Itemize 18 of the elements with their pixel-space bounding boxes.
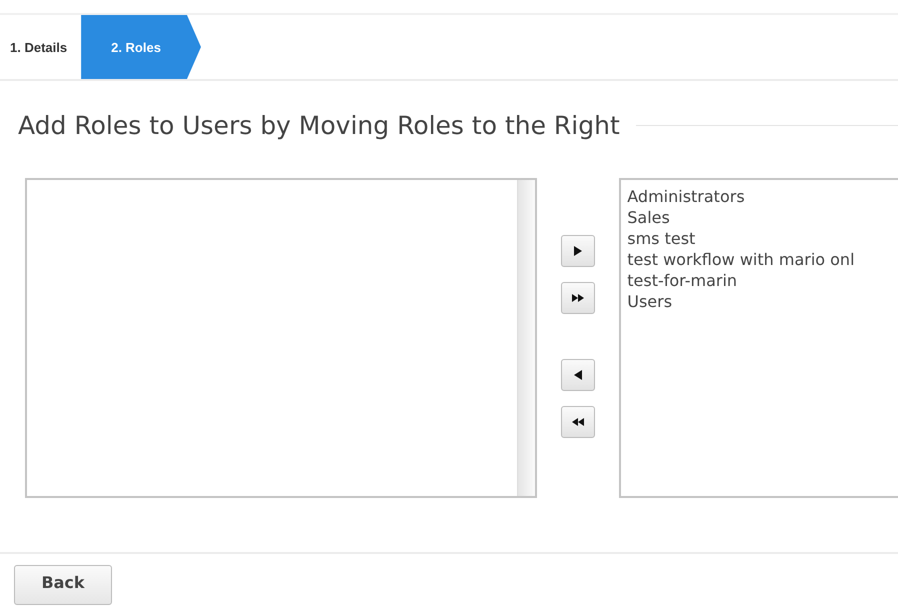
assigned-roles-list[interactable]: Administrators Sales sms test test workflow with mario onl test-for-marin Users [619,178,898,498]
back-button[interactable]: Back [14,565,112,605]
role-item[interactable]: Administrators [627,186,898,207]
step-tab[interactable]: 1. Details [0,15,82,79]
move-all-left-button[interactable] [560,406,595,438]
move-all-left-icon [570,415,585,429]
section-heading: Add Roles to Users by Moving Roles to the Right [18,111,620,140]
role-item[interactable]: sms test [627,228,898,249]
role-item[interactable]: test-for-marin [627,270,898,291]
role-item[interactable]: Users [627,291,898,312]
move-all-right-icon [570,291,585,305]
move-all-right-button[interactable] [560,282,595,314]
move-left-button[interactable] [560,359,595,391]
role-item[interactable]: test workflow with mario onl [627,249,898,270]
move-right-button[interactable] [560,235,595,267]
role-item[interactable]: Sales [627,207,898,228]
scrollbar[interactable] [516,180,535,496]
step-tab[interactable]: 2. Roles [81,15,201,79]
